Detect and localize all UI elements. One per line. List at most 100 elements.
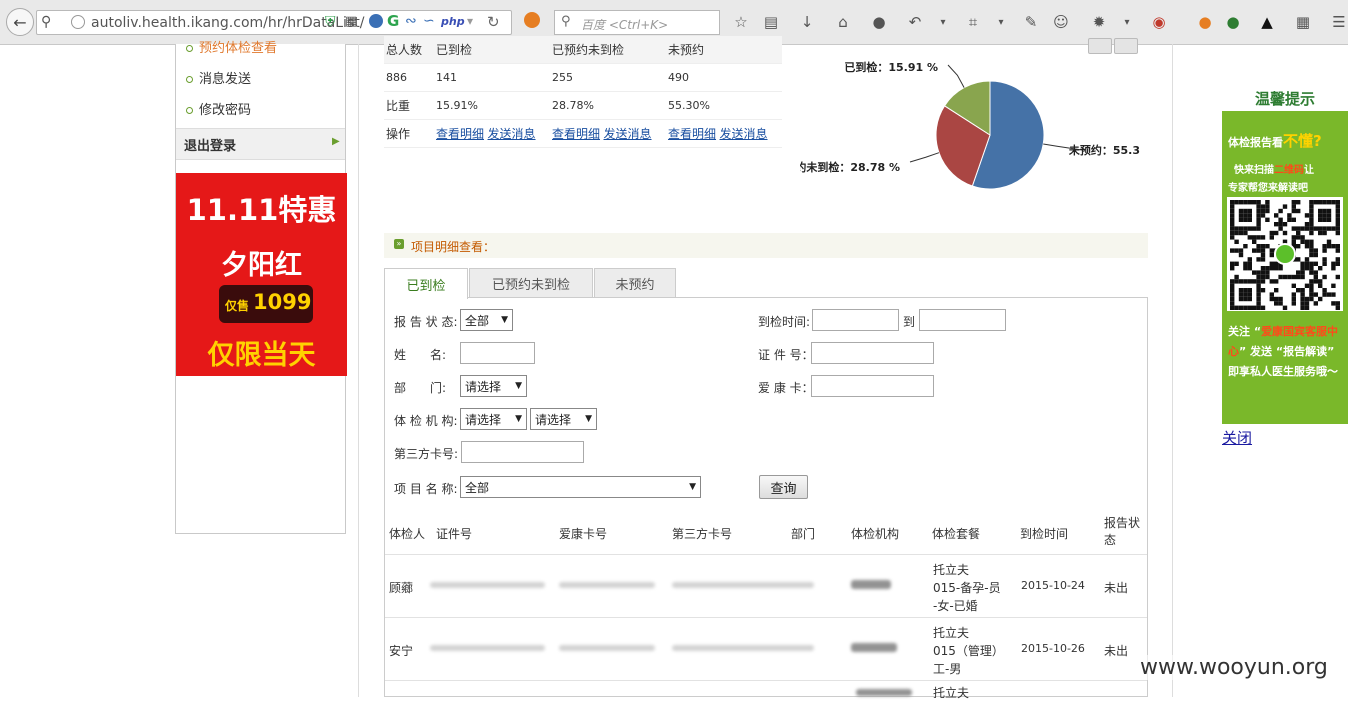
arrive-time-end-input[interactable] <box>919 309 1006 331</box>
dropdown-icon[interactable]: ▾ <box>467 14 473 28</box>
qr-module <box>1313 301 1318 306</box>
wall-icon[interactable]: ▦ <box>1294 13 1312 31</box>
block-icon[interactable] <box>524 12 540 28</box>
crop-icon[interactable]: ⌗ <box>964 13 982 31</box>
qr-module <box>1274 288 1279 293</box>
bug-icon[interactable]: ✹ <box>1090 13 1108 31</box>
qr-code-icon[interactable]: ▦ <box>345 14 357 29</box>
ikang-card-input[interactable] <box>811 375 934 397</box>
qr-module <box>1304 257 1310 262</box>
download-icon[interactable]: ↓ <box>798 13 816 31</box>
g-extension-icon[interactable]: G <box>387 12 399 30</box>
star-icon[interactable]: ☆ <box>732 13 750 31</box>
logout-button[interactable]: 退出登录 ▶ <box>176 128 345 160</box>
tab-not-booked[interactable]: 未预约 <box>594 268 676 298</box>
qr-module <box>1243 266 1248 271</box>
view-detail-link[interactable]: 查看明细 <box>552 127 600 141</box>
qr-module <box>1247 213 1252 218</box>
search-icon: ⚲ <box>561 14 571 29</box>
w-extension-icon[interactable] <box>369 14 383 28</box>
arrive-time-start-input[interactable] <box>812 309 899 331</box>
tab-booked-not-arrived[interactable]: 已预约未到检 <box>469 268 593 298</box>
green-shield-icon[interactable]: ● <box>1224 13 1242 31</box>
qr-module <box>1313 248 1318 253</box>
w-shield-icon[interactable]: ▲ <box>1258 13 1276 31</box>
qr-module <box>1282 230 1288 236</box>
qr-module <box>1238 296 1244 302</box>
qr-module <box>1256 283 1261 288</box>
third-card-input[interactable] <box>461 441 584 463</box>
cell-package-line: 托立夫 <box>933 686 970 700</box>
target-icon[interactable]: ◉ <box>1150 13 1168 31</box>
sidebar-item-message[interactable]: 消息发送 <box>186 68 251 87</box>
tips-line4: 关注 “爱康国宾客服中心” 发送 “报告解读” 即享私人医生服务哦～ <box>1228 322 1344 382</box>
close-link[interactable]: 关闭 <box>1222 427 1252 448</box>
undo-dropdown-icon[interactable]: ▾ <box>934 13 952 31</box>
menu-icon[interactable]: ☰ <box>1330 13 1348 31</box>
qr-module <box>1304 226 1310 231</box>
reading-list-icon[interactable]: ▤ <box>762 13 780 31</box>
stats-header: 未预约 <box>666 36 782 64</box>
wave-icon[interactable]: ∾ <box>405 13 417 29</box>
qr-module <box>1256 226 1261 231</box>
search-bar[interactable]: ⚲ 百度 <Ctrl+K> <box>554 10 720 35</box>
url-bar[interactable]: ⚲ autoliv.health.ikang.com/hr/hrDataList… <box>36 10 512 35</box>
chevron-down-icon: ▼ <box>585 414 592 424</box>
bug-dropdown-icon[interactable]: ▾ <box>1118 13 1136 31</box>
stats-header: 已预约未到检 <box>550 36 666 64</box>
pie-label: 约未到检：28.78 % <box>800 160 900 174</box>
table-header: 第三方卡号 <box>672 527 733 541</box>
qr-module <box>1278 296 1283 302</box>
home-icon[interactable]: ⌂ <box>834 13 852 31</box>
qr-code-image[interactable] <box>1227 197 1343 311</box>
org-select-2[interactable]: 请选择 ▼ <box>530 408 597 430</box>
pie-chart: 未预约：55.3 约未到检：28.78 % 已到检：15.91 % <box>800 60 1140 190</box>
undo-icon[interactable]: ↶ <box>906 13 924 31</box>
divider <box>358 44 359 697</box>
query-button[interactable]: 查询 <box>759 475 808 499</box>
php-icon[interactable]: php <box>441 15 465 28</box>
org-value-2: 请选择 <box>535 412 572 427</box>
qr-module <box>1238 226 1244 231</box>
view-detail-link[interactable]: 查看明细 <box>668 127 716 141</box>
back-arrow-icon[interactable]: ← <box>6 8 34 36</box>
report-status-select[interactable]: 全部 ▼ <box>460 309 513 331</box>
reload-icon[interactable]: ↻ <box>487 13 500 31</box>
qr-module <box>1238 305 1244 310</box>
view-detail-link[interactable]: 查看明细 <box>436 127 484 141</box>
item-name-select[interactable]: 全部 ▼ <box>460 476 701 498</box>
qr-module <box>1256 279 1261 284</box>
qr-module <box>1230 235 1235 240</box>
shield-icon[interactable]: ⛨ <box>325 14 336 30</box>
qr-module <box>1291 283 1296 288</box>
send-message-link[interactable]: 发送消息 <box>488 127 536 141</box>
promo-banner[interactable]: 11.11特惠 夕阳红 仅售 1099 仅限当天 <box>176 173 347 376</box>
ghost-icon[interactable]: ☺ <box>1052 13 1070 31</box>
stats-cell: 141 <box>434 63 550 92</box>
qr-module <box>1300 296 1305 302</box>
sidebar-item-password[interactable]: 修改密码 <box>186 99 251 118</box>
qr-module <box>1326 200 1332 205</box>
comment-icon[interactable]: ✎ <box>1022 13 1040 31</box>
wechat-logo-icon <box>1274 243 1296 265</box>
tab-arrived[interactable]: 已到检 <box>384 268 468 299</box>
loop-icon[interactable]: ∽ <box>423 13 435 29</box>
org-select-1[interactable]: 请选择 ▼ <box>460 408 527 430</box>
idcard-input[interactable] <box>811 342 934 364</box>
crop-dropdown-icon[interactable]: ▾ <box>992 13 1010 31</box>
send-message-link[interactable]: 发送消息 <box>720 127 768 141</box>
pie-label: 已到检：15.91 % <box>844 60 938 74</box>
qr-module <box>1230 305 1235 310</box>
sidebar-item-appointment[interactable]: 预约体检查看 <box>186 37 277 56</box>
qr-module <box>1296 270 1301 275</box>
fox-icon[interactable]: ● <box>1196 13 1214 31</box>
send-message-link[interactable]: 发送消息 <box>604 127 652 141</box>
chevron-down-icon: ▼ <box>501 315 508 325</box>
qr-module <box>1269 248 1274 253</box>
qr-module <box>1309 217 1314 222</box>
qr-module <box>1326 226 1332 231</box>
dept-select[interactable]: 请选择 ▼ <box>460 375 527 397</box>
qr-module <box>1269 230 1274 236</box>
name-input[interactable] <box>460 342 535 364</box>
chat-icon[interactable]: ● <box>870 13 888 31</box>
